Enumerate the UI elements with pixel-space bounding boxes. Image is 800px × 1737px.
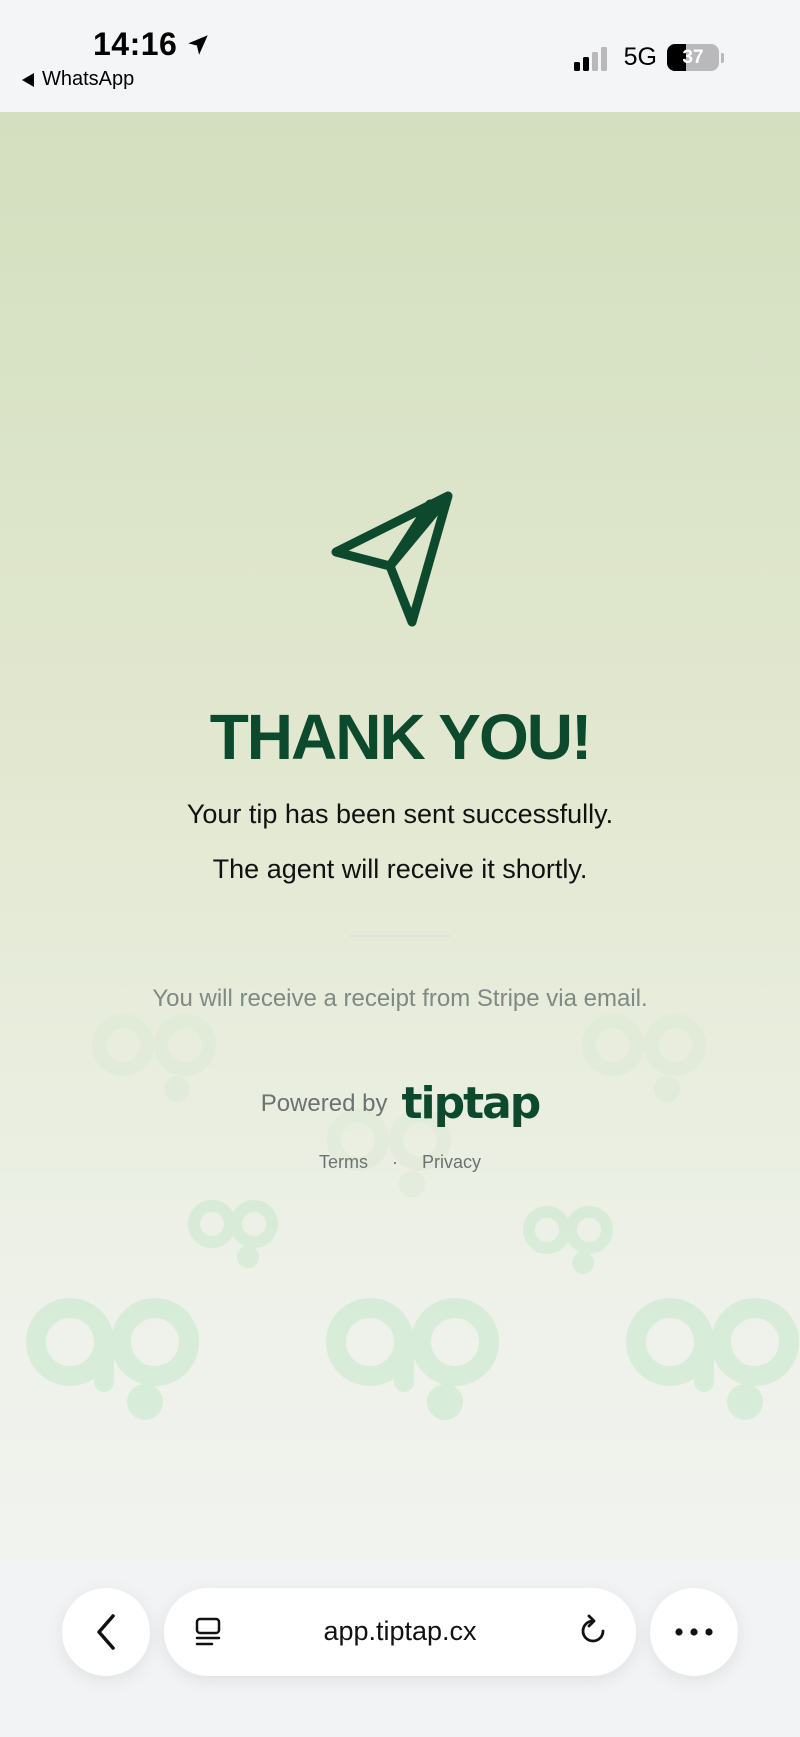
back-app-label: WhatsApp	[42, 68, 135, 90]
success-message: Your tip has been sent successfully.	[186, 799, 614, 829]
browser-toolbar: app.tiptap.cx	[0, 1560, 800, 1737]
status-indicators: 5G 37	[573, 43, 724, 72]
watermark-glyph	[26, 1298, 199, 1420]
time-group: 14:16	[93, 26, 211, 63]
link-separator: ·	[391, 1152, 398, 1172]
battery-nub	[721, 52, 724, 63]
watermark-glyph	[626, 1298, 799, 1420]
more-dots-icon	[675, 1628, 713, 1636]
back-triangle-icon	[22, 72, 34, 87]
address-bar[interactable]: app.tiptap.cx	[164, 1588, 636, 1676]
battery-percent: 37	[682, 46, 704, 68]
watermark-glyph	[523, 1206, 613, 1274]
url-text: app.tiptap.cx	[323, 1616, 477, 1646]
paper-plane-icon	[331, 491, 453, 627]
signal-bar	[591, 51, 598, 71]
signal-strength-icon	[573, 45, 610, 71]
battery-icon: 37	[667, 44, 719, 71]
privacy-link[interactable]: Privacy	[422, 1152, 481, 1173]
screen: 14:16 WhatsApp 5G 37 THANK YOU! Your tip…	[0, 0, 800, 1737]
terms-link[interactable]: Terms	[319, 1152, 368, 1173]
chevron-left-icon	[97, 1614, 115, 1650]
signal-bar	[600, 46, 607, 71]
powered-by-label: Powered by	[260, 1090, 388, 1117]
browser-back-button[interactable]	[62, 1588, 150, 1676]
receipt-note: You will receive a receipt from Stripe v…	[152, 985, 648, 1012]
status-bar: 14:16 WhatsApp 5G 37	[0, 0, 800, 112]
brand-watermark-pattern	[26, 1014, 799, 1420]
footer-links: Terms · Privacy	[0, 1152, 800, 1173]
thank-you-title: THANK YOU!	[209, 701, 593, 773]
agent-message: The agent will receive it shortly.	[212, 854, 588, 884]
watermark-glyph	[326, 1298, 499, 1420]
status-time: 14:16	[93, 26, 178, 62]
more-options-button[interactable]	[650, 1588, 738, 1676]
reload-icon[interactable]	[576, 1614, 610, 1648]
location-arrow-icon	[188, 34, 209, 55]
tiptap-logo[interactable]: tiptap	[401, 1082, 541, 1126]
main-content: THANK YOU! Your tip has been sent succes…	[0, 112, 800, 1560]
powered-by: Powered by tiptap	[0, 1082, 800, 1126]
watermark-glyph	[188, 1200, 278, 1268]
divider	[350, 935, 450, 937]
signal-bar	[582, 56, 589, 71]
back-to-app-link[interactable]: WhatsApp	[22, 68, 134, 91]
network-type: 5G	[623, 43, 657, 71]
signal-bar	[573, 61, 580, 71]
